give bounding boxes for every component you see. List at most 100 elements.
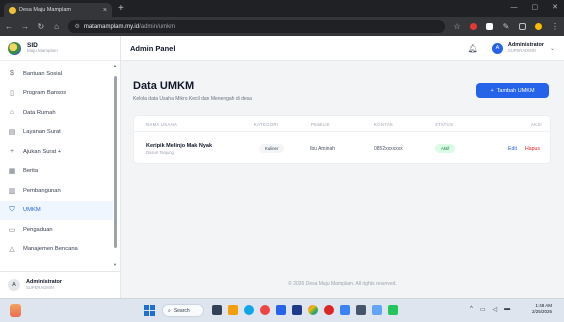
sidebar-item-ajukan-surat[interactable]: + Ajukan Surat +: [0, 142, 113, 162]
sidebar-scrollbar[interactable]: [114, 76, 117, 248]
page-title: Data UMKM: [133, 80, 195, 92]
delete-link[interactable]: Hapus: [525, 146, 540, 152]
page-footer: © 2026 Desa Maju Mamplam. All rights res…: [288, 281, 397, 287]
column-header-kontak[interactable]: KONTAK: [374, 122, 393, 127]
close-window-button[interactable]: ✕: [552, 2, 558, 14]
business-address: Dusun Tanjung: [146, 150, 174, 155]
header-title: Admin Panel: [130, 43, 176, 53]
extension-red-icon[interactable]: [470, 23, 477, 30]
new-tab-button[interactable]: +: [118, 3, 124, 15]
browser-toolbar: ← → ↻ ⌂ ⚙ matamamplam.my.id/admin/umkm ☆…: [0, 17, 564, 36]
store-icon: ⛉: [9, 206, 15, 214]
tab-favicon-icon: [9, 6, 16, 14]
sidebar-item-umkm[interactable]: ⛉ UMKM: [0, 200, 113, 220]
sidebar-user[interactable]: A Administrator SUPERADMIN: [0, 271, 121, 298]
maximize-button[interactable]: ▢: [532, 2, 539, 14]
header-user[interactable]: Administrator SUPERADMIN: [508, 42, 544, 53]
page-subtitle: Kelola data Usaha Mikro Kecil dan Meneng…: [133, 96, 252, 102]
sidebar-item-pengaduan[interactable]: ▭ Pengaduan: [0, 220, 113, 240]
widgets-icon[interactable]: [10, 304, 21, 317]
column-header-kategori[interactable]: KATEGORI: [254, 122, 278, 127]
sidebar-item-program-bansos[interactable]: ▯ Program Bansos: [0, 84, 113, 104]
sidebar-item-bantuan-sosial[interactable]: $ Bantuan Sosial: [0, 64, 113, 84]
scroll-up-arrow-icon[interactable]: ▲: [113, 63, 117, 68]
bell-icon[interactable]: 🔔︎: [468, 44, 478, 53]
status-badge: Aktif: [435, 144, 456, 153]
tray-chevron-icon[interactable]: ^: [470, 306, 473, 313]
wifi-icon[interactable]: ▭: [480, 306, 486, 313]
bookmark-star-icon[interactable]: ☆: [453, 22, 461, 31]
site-info-icon[interactable]: ⚙: [74, 23, 79, 30]
app-icon-dark[interactable]: [292, 305, 302, 315]
volume-icon[interactable]: ◁: [493, 306, 498, 313]
task-view-icon[interactable]: [212, 305, 222, 315]
app-area: SID Maju Mamplam $ Bantuan Sosial ▯ Progra…: [0, 36, 564, 298]
menu-kebab-icon[interactable]: ⋮: [551, 22, 559, 31]
sidebar-item-label: Layanan Surat: [23, 129, 61, 136]
contact-number: 0852xxxxxxx: [374, 146, 403, 152]
app-icon-green[interactable]: [388, 305, 398, 315]
plus-icon: +: [490, 87, 494, 94]
browser-tab[interactable]: Desa Maju Mamplam ×: [4, 3, 112, 17]
sidebar-item-label: Pembangunan: [23, 187, 61, 194]
chat-icon: ▭: [8, 226, 16, 234]
plus-icon: +: [9, 148, 15, 156]
table-header: NAMA USAHA KATEGORI PEMILIK KONTAK STATU…: [134, 116, 552, 132]
header-user-role: SUPERADMIN: [507, 47, 536, 53]
table-row: Keripik Melinjo Mak Nyak Dusun Tanjung K…: [134, 132, 552, 165]
taskbar-clock[interactable]: 1:48 AM 2/25/2026: [532, 303, 552, 315]
column-header-nama-usaha[interactable]: NAMA USAHA: [146, 122, 177, 127]
add-umkm-button[interactable]: + Tambah UMKM: [476, 83, 549, 98]
chrome-icon[interactable]: [308, 305, 318, 315]
url-host: matamamplam.my.id: [83, 23, 140, 30]
vscode-icon[interactable]: [340, 305, 350, 315]
reload-icon[interactable]: ↻: [37, 22, 45, 31]
extension-doc-icon[interactable]: [486, 23, 493, 30]
column-header-status[interactable]: STATUS: [435, 122, 453, 127]
sidebar-nav: $ Bantuan Sosial ▯ Program Bansos ⌂ Data Ru…: [0, 64, 113, 259]
avatar: A: [8, 279, 20, 291]
scroll-down-arrow-icon[interactable]: ▼: [113, 262, 117, 267]
back-icon[interactable]: ←: [5, 22, 13, 31]
tab-close-icon[interactable]: ×: [103, 7, 107, 14]
sidebar-item-label: Berita: [23, 168, 39, 175]
sidebar-item-manajemen-bencana[interactable]: △ Manajemen Bencana: [0, 240, 113, 260]
battery-icon[interactable]: ▬: [504, 306, 510, 313]
column-header-aksi: AKSI: [531, 122, 542, 127]
warning-icon: △: [9, 246, 15, 254]
app-icon-arrow[interactable]: [372, 305, 382, 315]
sidebar-item-layanan-surat[interactable]: ▤ Layanan Surat: [0, 123, 113, 143]
app-icon-blue[interactable]: [276, 305, 286, 315]
header-avatar[interactable]: A: [491, 42, 503, 54]
column-header-pemilik[interactable]: PEMILIK: [311, 122, 330, 127]
sidebar-item-label: UMKM: [23, 207, 41, 214]
brand-subtitle: Maju Mamplam: [27, 48, 58, 54]
app-icon-grey[interactable]: [356, 305, 366, 315]
document-icon: ▤: [8, 129, 16, 137]
edit-link[interactable]: Edit: [508, 146, 517, 152]
building-icon: ▥: [8, 187, 16, 195]
home-button-icon[interactable]: ⌂: [53, 22, 61, 31]
main-content: Data UMKM Kelola data Usaha Mikro Kecil …: [121, 61, 564, 298]
sidebar-item-pembangunan[interactable]: ▥ Pembangunan: [0, 181, 113, 201]
sidebar-item-berita[interactable]: ▦ Berita: [0, 162, 113, 182]
windows-start-icon[interactable]: [144, 305, 155, 316]
taskbar-search[interactable]: ⌕ Search: [162, 304, 204, 317]
window-controls: — ▢ ✕: [511, 2, 559, 14]
app-icon-shield[interactable]: [324, 305, 334, 315]
umkm-table: NAMA USAHA KATEGORI PEMILIK KONTAK STATU…: [133, 115, 552, 165]
pencil-icon[interactable]: ✎: [502, 22, 510, 31]
url-path: /admin/umkm: [139, 23, 176, 30]
chevron-down-icon[interactable]: ⌄: [550, 45, 555, 52]
edge-icon[interactable]: [244, 305, 254, 315]
address-bar[interactable]: ⚙ matamamplam.my.id/admin/umkm: [68, 20, 445, 33]
file-explorer-icon[interactable]: [228, 305, 238, 315]
business-name: Keripik Melinjo Mak Nyak: [146, 143, 213, 149]
app-icon-red[interactable]: [260, 305, 270, 315]
sidebar-item-data-rumah[interactable]: ⌂ Data Rumah: [0, 103, 113, 123]
profile-icon[interactable]: [535, 23, 542, 30]
minimize-button[interactable]: —: [511, 2, 518, 14]
forward-icon[interactable]: →: [21, 22, 29, 31]
extensions-puzzle-icon[interactable]: [519, 23, 526, 30]
add-umkm-label: Tambah UMKM: [496, 87, 535, 94]
